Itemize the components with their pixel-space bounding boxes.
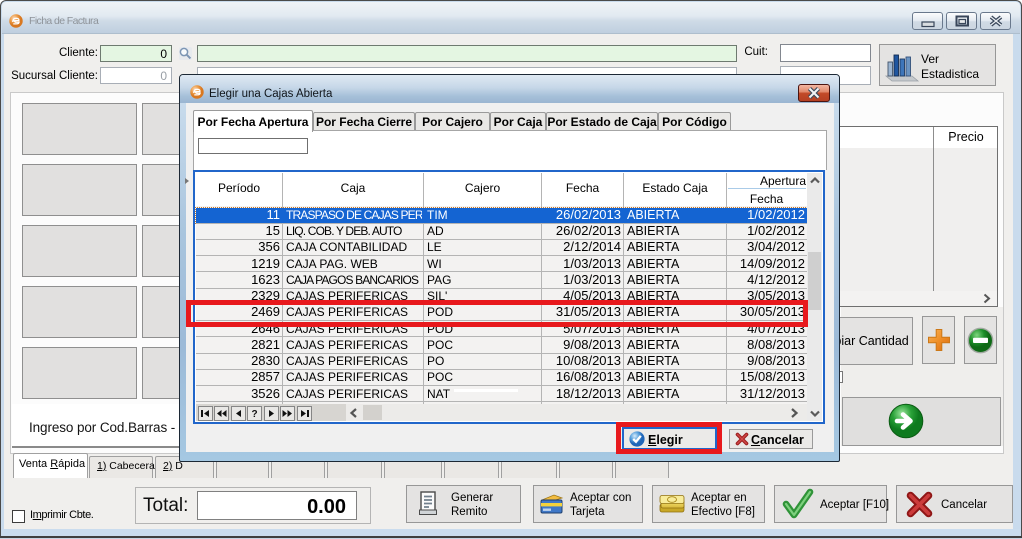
svg-text:?: ? <box>252 409 258 420</box>
